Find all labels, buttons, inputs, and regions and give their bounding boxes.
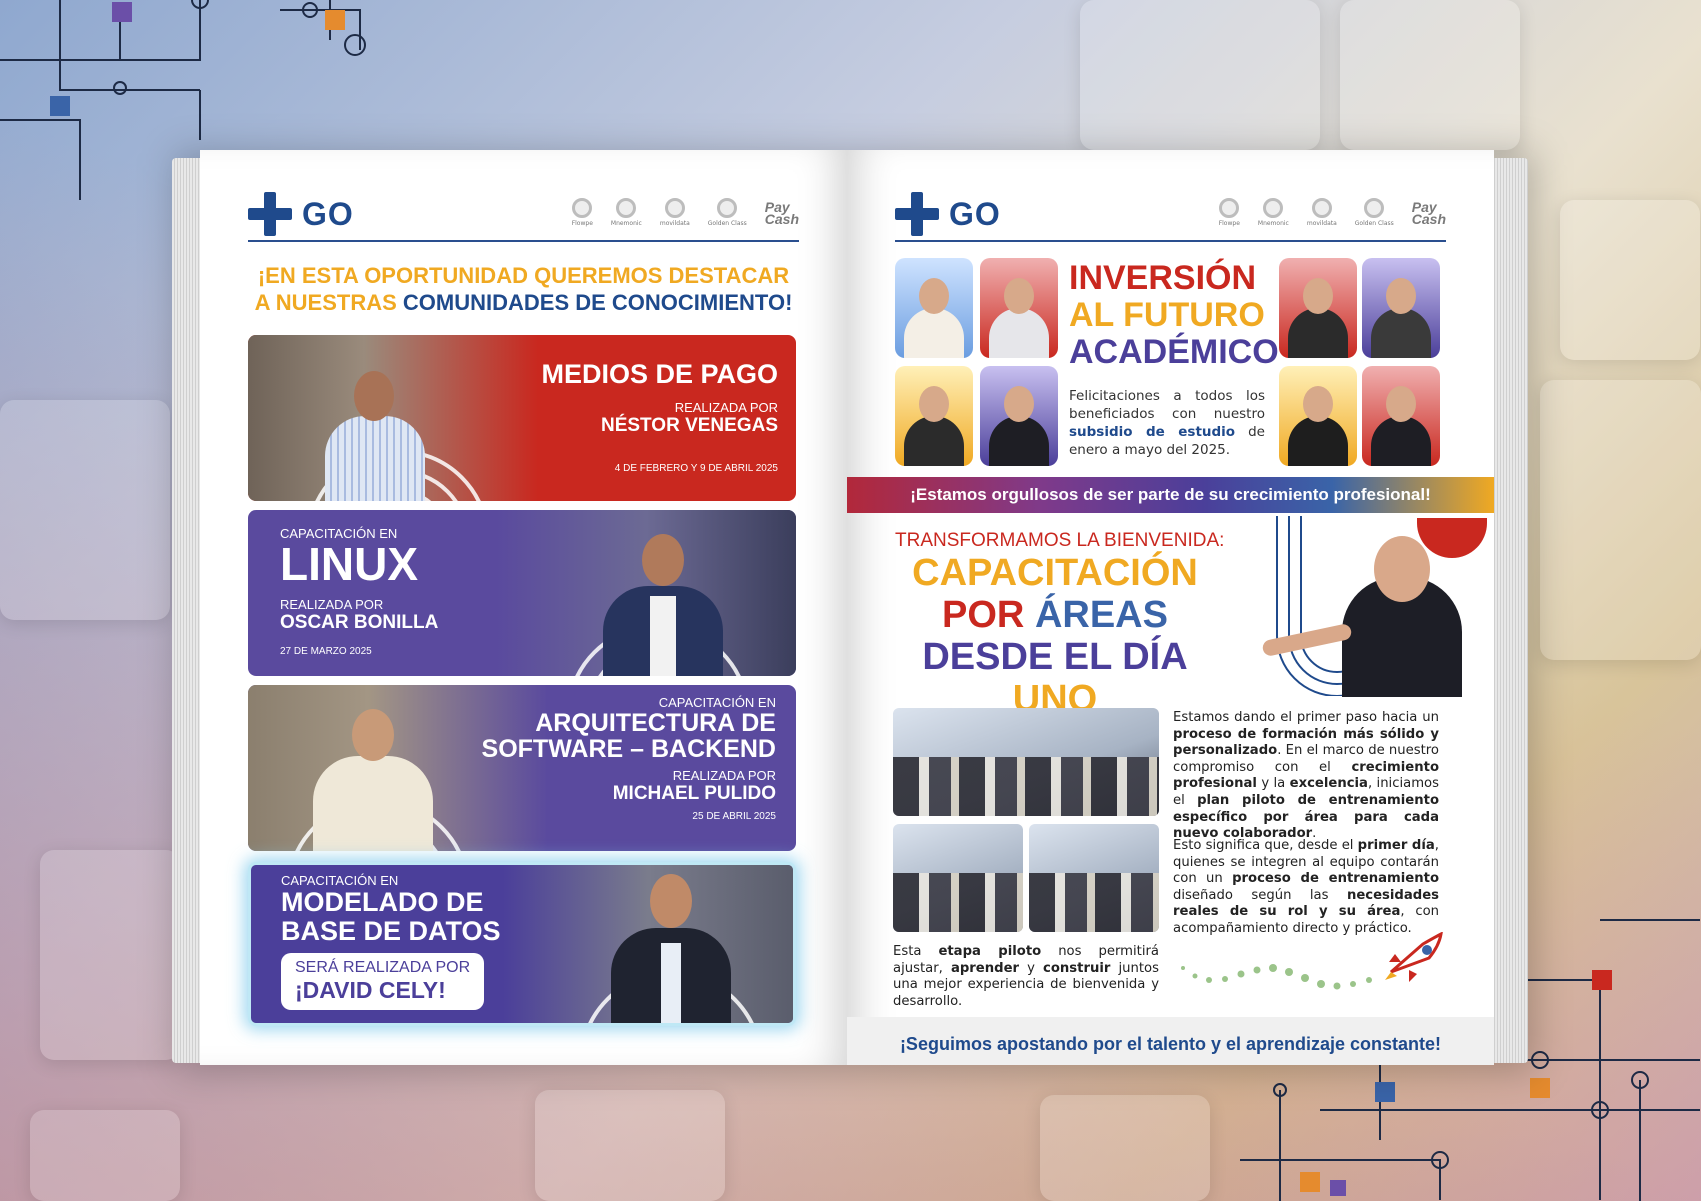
- card-date: 4 DE FEBRERO Y 9 DE ABRIL 2025: [614, 463, 778, 474]
- presenter-photo: [308, 701, 438, 851]
- onboarding-photo-2: [893, 824, 1023, 932]
- partner-logo: movildata: [660, 198, 690, 227]
- card-by-label: REALIZADA POR: [674, 400, 778, 415]
- page-header: GO Flowpe Mnemonic movildata Golden Clas…: [248, 192, 799, 242]
- beneficiary-photo: [895, 258, 973, 358]
- investment-title-line-1: INVERSIÓN: [1069, 259, 1257, 297]
- beneficiary-photo: [1362, 258, 1440, 358]
- brand-logo: GO: [895, 192, 1001, 236]
- plus-icon: [895, 192, 939, 236]
- bg-tile: [40, 850, 180, 1060]
- card-title-line-1: MODELADO DE: [281, 887, 484, 917]
- bg-tile: [1080, 0, 1320, 150]
- intro-line-2b: COMUNIDADES DE CONOCIMIENTO!: [402, 290, 793, 315]
- closing-slogan: ¡Seguimos apostando por el talento y el …: [899, 1034, 1442, 1054]
- presenter-photo: [606, 868, 736, 1023]
- left-page: GO Flowpe Mnemonic movildata Golden Clas…: [200, 150, 847, 1065]
- community-card-linux: CAPACITACIÓN EN LINUX REALIZADA POR OSCA…: [248, 510, 796, 676]
- beneficiary-photo: [895, 366, 973, 466]
- page-header: GO Flowpe Mnemonic movildata Golden Clas…: [895, 192, 1446, 242]
- presenter-photo: [598, 526, 728, 676]
- community-card-arquitectura: CAPACITACIÓN EN ARQUITECTURA DE SOFTWARE…: [248, 685, 796, 851]
- transform-line-1: CAPACITACIÓN: [912, 552, 1198, 594]
- presenter-photo: [320, 361, 430, 501]
- card-kicker: CAPACITACIÓN EN: [658, 695, 776, 710]
- partner-logo: movildata: [1307, 198, 1337, 227]
- card-title: LINUX: [280, 538, 418, 590]
- bg-tile: [0, 400, 170, 620]
- bg-tile: [1560, 200, 1700, 360]
- bg-tile: [535, 1090, 725, 1201]
- partner-logo: Golden Class: [708, 198, 747, 227]
- paragraph-first-day: Esto significa que, desde el primer día,…: [1173, 838, 1439, 936]
- partner-logo: Golden Class: [1355, 198, 1394, 227]
- logo-text: GO: [949, 195, 1001, 232]
- investment-title-line-2: AL FUTURO: [1069, 296, 1265, 334]
- paragraph-pilot-plan: Estamos dando el primer paso hacia un pr…: [1173, 710, 1439, 842]
- pride-banner: ¡Estamos orgullosos de ser parte de su c…: [847, 477, 1494, 513]
- partner-logo: Flowpe: [572, 198, 593, 227]
- card-presenter: NÉSTOR VENEGAS: [600, 415, 778, 436]
- paycash-logo: Pay Cash: [1411, 198, 1446, 227]
- card-by-label: REALIZADA POR: [672, 768, 776, 783]
- beneficiary-photo: [1362, 366, 1440, 466]
- partner-logos: Flowpe Mnemonic movildata Golden Class P…: [572, 198, 799, 227]
- transform-kicker: TRANSFORMAMOS LA BIENVENIDA:: [895, 530, 1225, 551]
- card-title-line-2: BASE DE DATOS: [281, 916, 501, 946]
- card-by-label: SERÁ REALIZADA POR: [295, 959, 471, 976]
- card-title: MEDIOS DE PAGO: [541, 359, 778, 389]
- partner-logos: Flowpe Mnemonic movildata Golden Class P…: [1219, 198, 1446, 227]
- card-by-label: REALIZADA POR: [280, 597, 384, 612]
- intro-line-2a: A NUESTRAS: [254, 290, 403, 315]
- paragraph-pilot-stage: Esta etapa piloto nos permitirá ajustar,…: [893, 944, 1159, 1009]
- bg-tile: [30, 1110, 180, 1201]
- intro-line-1: ¡EN ESTA OPORTUNIDAD QUEREMOS DESTACAR: [257, 263, 790, 288]
- partner-logo: Mnemonic: [1258, 198, 1289, 227]
- plus-icon: [248, 192, 292, 236]
- partner-logo: Flowpe: [1219, 198, 1240, 227]
- card-presenter: OSCAR BONILLA: [280, 612, 439, 633]
- transform-heading: TRANSFORMAMOS LA BIENVENIDA: CAPACITACIÓ…: [895, 530, 1224, 720]
- presenter-woman-photo: [1252, 522, 1482, 697]
- intro-heading: ¡EN ESTA OPORTUNIDAD QUEREMOS DESTACAR A…: [200, 262, 847, 316]
- card-title-line-1: ARQUITECTURA DE: [535, 709, 776, 737]
- card-date: 27 DE MARZO 2025: [280, 646, 372, 657]
- card-kicker: CAPACITACIÓN EN: [281, 873, 399, 888]
- paycash-logo: Pay Cash: [764, 198, 799, 227]
- presenter-badge: SERÁ REALIZADA POR ¡DAVID CELY!: [281, 953, 485, 1010]
- beneficiary-photo: [1279, 258, 1357, 358]
- partner-logo: Mnemonic: [611, 198, 642, 227]
- investment-text: Felicitaciones a todos los beneficiados …: [1069, 388, 1265, 458]
- card-title-line-2: SOFTWARE – BACKEND: [481, 735, 776, 763]
- bg-tile: [1540, 380, 1701, 660]
- onboarding-photo-3: [1029, 824, 1159, 932]
- beneficiary-photo: [980, 366, 1058, 466]
- investment-title-line-3: ACADÉMICO: [1069, 333, 1279, 371]
- community-card-medios-de-pago: MEDIOS DE PAGO REALIZADA POR NÉSTOR VENE…: [248, 335, 796, 501]
- logo-text: GO: [302, 195, 354, 232]
- beneficiary-photo: [980, 258, 1058, 358]
- transform-title: CAPACITACIÓN POR ÁREAS DESDE EL DÍA UNO: [895, 552, 1215, 720]
- page-edges-right: [1488, 158, 1528, 1063]
- rocket-icon: [1385, 932, 1443, 982]
- right-page: GO Flowpe Mnemonic movildata Golden Clas…: [847, 150, 1494, 1065]
- bg-tile: [1340, 0, 1520, 150]
- card-date: 25 DE ABRIL 2025: [692, 811, 776, 822]
- beneficiary-photo: [1279, 366, 1357, 466]
- investment-title: INVERSIÓN AL FUTURO ACADÉMICO: [1069, 260, 1279, 371]
- brand-logo: GO: [248, 192, 354, 236]
- community-card-modelado: CAPACITACIÓN EN MODELADO DE BASE DE DATO…: [248, 862, 796, 1026]
- card-presenter: ¡DAVID CELY!: [295, 977, 446, 1003]
- card-presenter: MICHAEL PULIDO: [612, 783, 776, 804]
- onboarding-photo-1: [893, 708, 1159, 816]
